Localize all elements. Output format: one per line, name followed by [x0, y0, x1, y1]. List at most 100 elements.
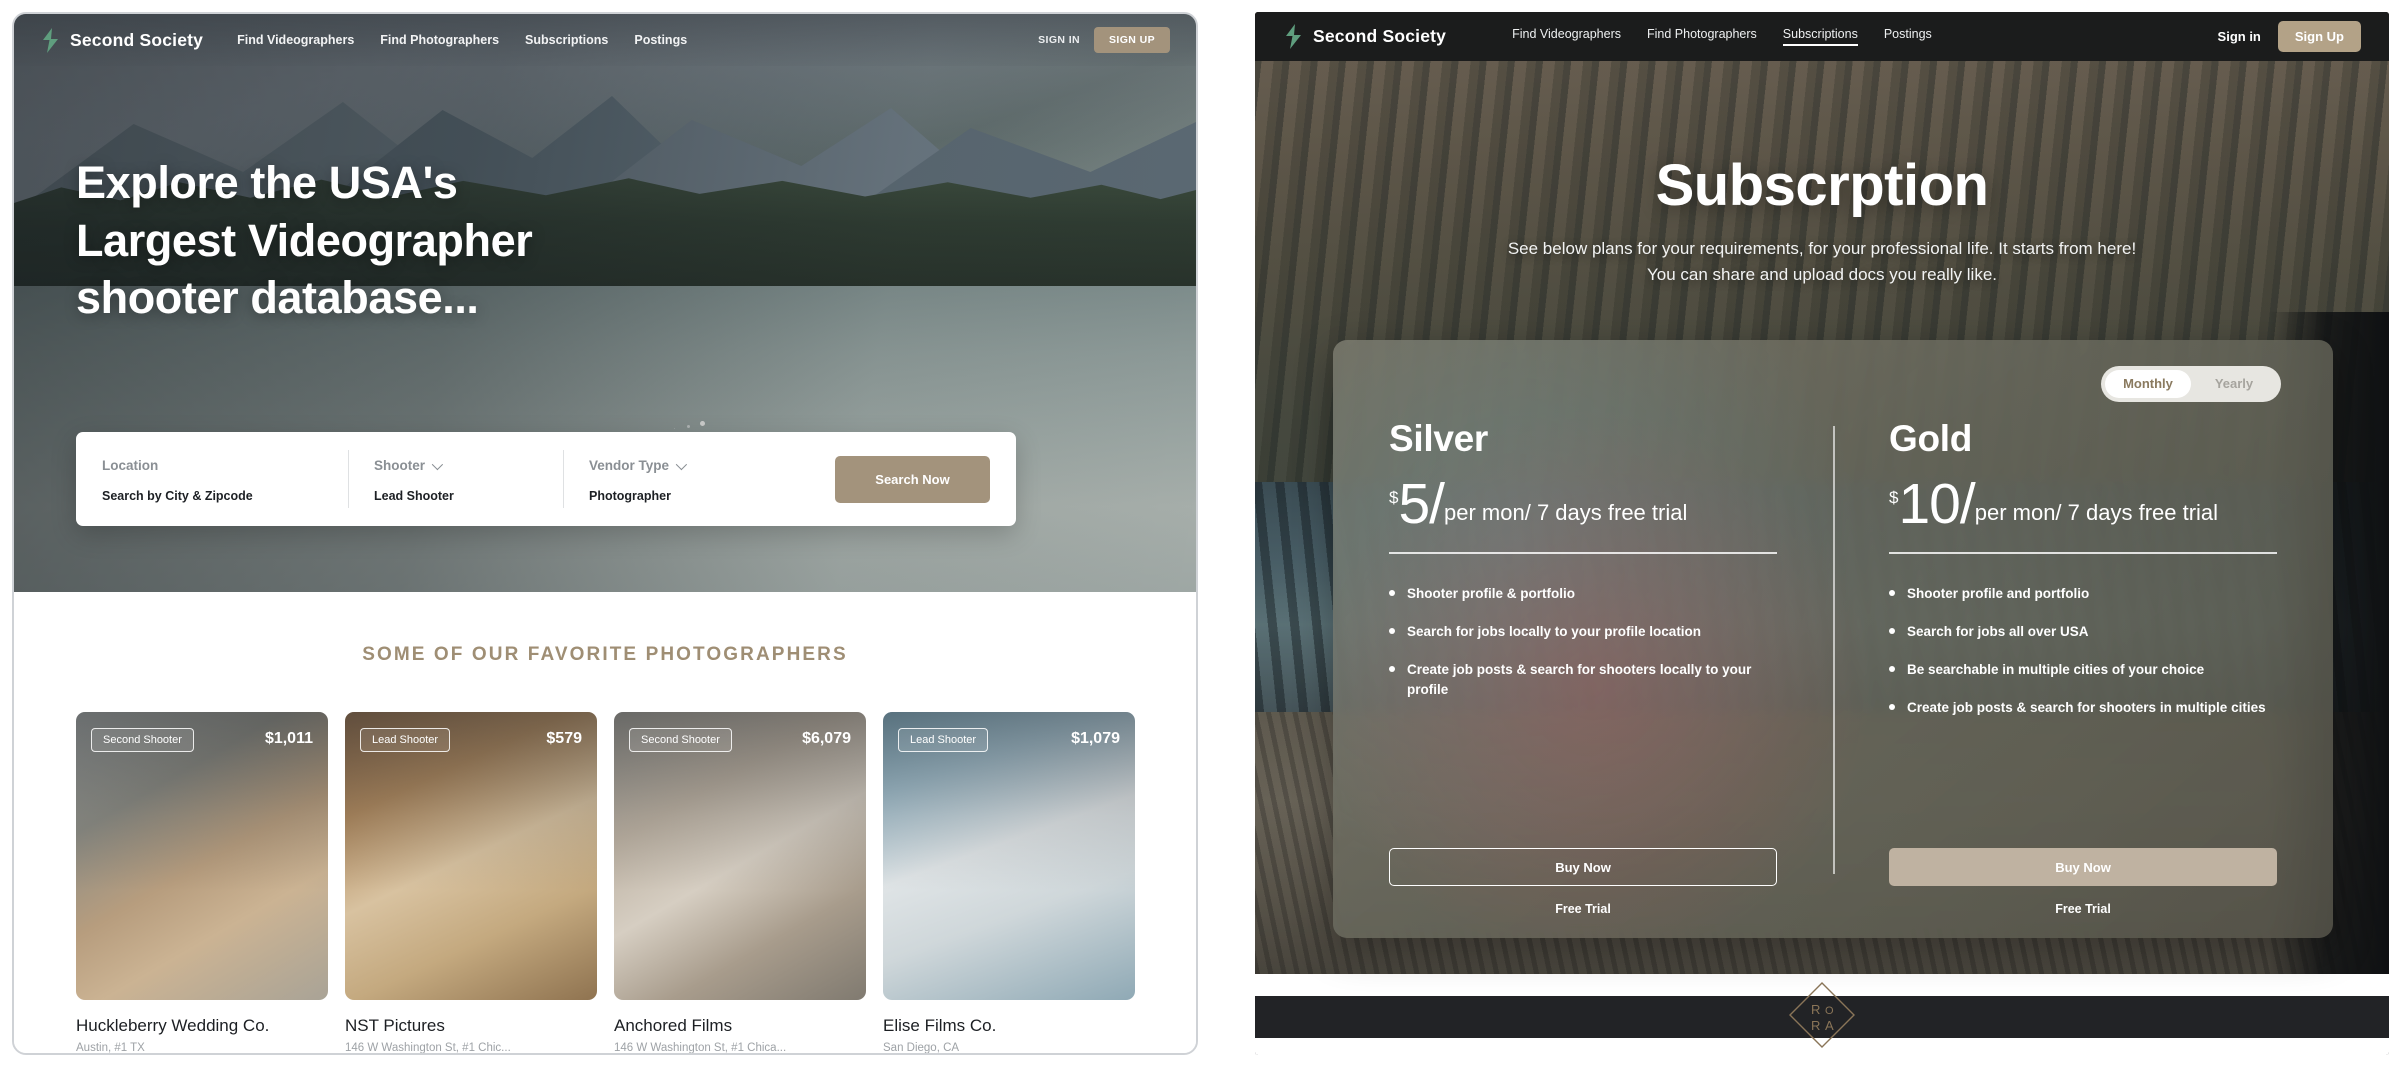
search-location-value: Search by City & Zipcode	[102, 489, 253, 503]
left-nav-find-videographers[interactable]: Find Videographers	[237, 33, 354, 47]
left-nav-postings[interactable]: Postings	[634, 33, 687, 47]
free-trial-label-gold[interactable]: Free Trial	[1833, 902, 2333, 916]
search-shooter-value: Lead Shooter	[374, 489, 454, 503]
right-brand[interactable]: Second Society	[1283, 24, 1446, 49]
search-vendor-label: Vendor Type	[589, 458, 813, 473]
plan-period: per mon/ 7 days free trial	[1444, 499, 1688, 525]
plan-feature-list: Shooter profile & portfolio Search for j…	[1389, 584, 1777, 701]
left-nav-subscriptions[interactable]: Subscriptions	[525, 33, 608, 47]
card-shooter-badge: Second Shooter	[629, 728, 732, 752]
card-thumbnail[interactable]: Lead Shooter $1,079	[883, 712, 1135, 1000]
search-vendor-value: Photographer	[589, 489, 671, 503]
search-vendor-field[interactable]: Vendor Type Photographer	[563, 432, 813, 526]
svg-text:R: R	[1811, 1002, 1820, 1017]
plan-name: Gold	[1889, 418, 1973, 459]
left-nav-find-photographers[interactable]: Find Photographers	[380, 33, 499, 47]
svg-text:O: O	[1825, 1005, 1834, 1017]
plan-feature: Search for jobs locally to your profile …	[1389, 622, 1777, 642]
plan-feature: Shooter profile & portfolio	[1389, 584, 1777, 604]
plan-period: per mon/ 7 days free trial	[1974, 499, 2219, 525]
second-society-logo-icon	[1283, 24, 1304, 49]
left-nav-links: Find Videographers Find Photographers Su…	[237, 33, 687, 47]
plan-feature: Search for jobs all over USA	[1889, 622, 2277, 642]
photographer-card-list: Second Shooter $1,011 Huckleberry Weddin…	[14, 666, 1196, 1054]
plan-name: Silver	[1389, 418, 1488, 459]
card-shooter-badge: Lead Shooter	[360, 728, 451, 752]
search-now-button[interactable]: Search Now	[835, 455, 990, 503]
card-name: Huckleberry Wedding Co.	[76, 1016, 270, 1035]
card-address: 146 W Washington St, #1 Chica...	[614, 1042, 787, 1054]
toggle-monthly-option[interactable]: Monthly	[2105, 370, 2191, 398]
photographer-card[interactable]: Lead Shooter $579 NST Pictures 146 W Was…	[345, 712, 597, 1054]
right-brand-name: Second Society	[1313, 26, 1447, 46]
right-nav-actions: Sign in Sign Up	[2218, 21, 2361, 52]
left-brand[interactable]: Second Society	[40, 27, 204, 53]
subscription-page-title: Subscrption	[1655, 153, 1989, 218]
subtitle-line-1: See below plans for your requirements, f…	[1507, 239, 2137, 258]
plan-column-silver: Silver $ 5/ per mon/ 7 days free trial S…	[1333, 418, 1833, 938]
card-thumbnail[interactable]: Second Shooter $6,079	[614, 712, 866, 1000]
card-address: Austin, #1 TX	[76, 1042, 145, 1054]
card-name: Anchored Films	[614, 1016, 733, 1035]
search-shooter-label: Shooter	[374, 458, 563, 473]
favorites-section-title: SOME OF OUR FAVORITE PHOTOGRAPHERS	[362, 644, 848, 665]
search-shooter-label-text: Shooter	[374, 458, 426, 473]
left-brand-name: Second Society	[70, 29, 204, 50]
right-browser-panel: Second Society Find Videographers Find P…	[1255, 12, 2389, 1055]
right-nav-find-videographers[interactable]: Find Videographers	[1512, 27, 1621, 46]
left-headline-line-3: shooter database...	[76, 272, 479, 324]
card-name: Elise Films Co.	[883, 1016, 997, 1035]
right-nav-subscriptions[interactable]: Subscriptions	[1782, 27, 1858, 46]
search-location-field[interactable]: Location Search by City & Zipcode	[76, 432, 348, 526]
right-signin-link[interactable]: Sign in	[2218, 29, 2261, 44]
plan-divider	[1889, 551, 2277, 554]
chevron-down-icon	[675, 458, 688, 470]
toggle-yearly-option[interactable]: Yearly	[2191, 370, 2277, 398]
photographer-card[interactable]: Second Shooter $6,079 Anchored Films 146…	[614, 712, 866, 1054]
plan-feature: Be searchable in multiple cities of your…	[1889, 660, 2277, 680]
left-signin-link[interactable]: SIGN IN	[1038, 34, 1080, 46]
left-content-section: SOME OF OUR FAVORITE PHOTOGRAPHERS Secon…	[14, 592, 1196, 1054]
right-nav-links: Find Videographers Find Photographers Su…	[1512, 27, 1932, 46]
subtitle-line-2: You can share and upload docs you really…	[1647, 265, 1997, 285]
plan-currency: $	[1889, 488, 1899, 507]
card-thumbnail[interactable]: Second Shooter $1,011	[76, 712, 328, 1000]
plan-currency: $	[1389, 488, 1399, 507]
plan-feature: Create job posts & search for shooters i…	[1889, 698, 2277, 718]
free-trial-label-silver[interactable]: Free Trial	[1333, 902, 1833, 916]
card-photo	[614, 712, 866, 1000]
plan-amount: 5/	[1398, 472, 1445, 536]
plan-divider	[1389, 551, 1777, 554]
subscription-page-subtitle: See below plans for your requirements, f…	[1255, 236, 2389, 289]
card-address: San Diego, CA	[883, 1042, 960, 1054]
search-shooter-field[interactable]: Shooter Lead Shooter	[348, 432, 563, 526]
buy-now-button-gold[interactable]: Buy Now	[1889, 848, 2277, 886]
left-hero-section: Second Society Find Videographers Find P…	[14, 14, 1196, 592]
search-bar: Location Search by City & Zipcode Shoote…	[76, 432, 1016, 526]
left-signup-button[interactable]: SIGN UP	[1094, 27, 1170, 53]
photographer-card[interactable]: Second Shooter $1,011 Huckleberry Weddin…	[76, 712, 328, 1054]
right-navbar: Second Society Find Videographers Find P…	[1255, 12, 2389, 61]
search-vendor-label-text: Vendor Type	[589, 458, 670, 473]
plan-feature: Create job posts & search for shooters l…	[1389, 660, 1777, 701]
card-thumbnail[interactable]: Lead Shooter $579	[345, 712, 597, 1000]
plan-column-gold: Gold $ 10/ per mon/ 7 days free trial Sh…	[1833, 418, 2333, 938]
second-society-logo-icon	[40, 27, 61, 53]
card-shooter-badge: Second Shooter	[91, 728, 194, 752]
billing-period-toggle[interactable]: Monthly Yearly	[2101, 366, 2281, 402]
right-nav-find-photographers[interactable]: Find Photographers	[1647, 27, 1757, 46]
left-headline-line-2: Largest Videographer	[76, 214, 533, 266]
right-nav-postings[interactable]: Postings	[1884, 27, 1932, 46]
rora-diamond-logo-icon: R O R A	[1787, 980, 1857, 1050]
right-signup-button[interactable]: Sign Up	[2277, 21, 2361, 52]
card-address: 146 W Washington St, #1 Chic...	[345, 1042, 511, 1054]
plan-price: $ 10/ per mon/ 7 days free trial	[1889, 476, 2277, 533]
svg-text:A: A	[1825, 1018, 1834, 1033]
svg-text:R: R	[1811, 1018, 1820, 1033]
plan-columns: Silver $ 5/ per mon/ 7 days free trial S…	[1333, 418, 2333, 938]
card-name: NST Pictures	[345, 1016, 445, 1035]
buy-now-button-silver[interactable]: Buy Now	[1389, 848, 1777, 886]
plan-price: $ 5/ per mon/ 7 days free trial	[1389, 472, 1777, 536]
photographer-card[interactable]: Lead Shooter $1,079 Elise Films Co. San …	[883, 712, 1135, 1054]
right-footer: R O R A	[1255, 974, 2389, 1055]
